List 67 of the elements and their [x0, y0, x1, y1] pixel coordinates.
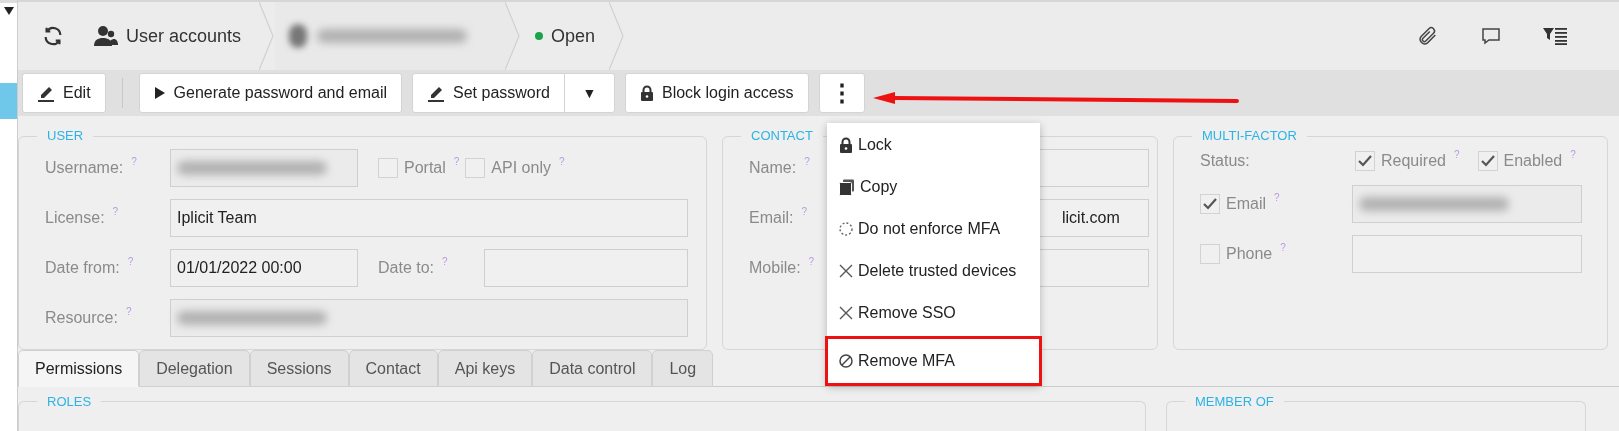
input-field[interactable] [1352, 185, 1582, 223]
field-label: Portal [404, 158, 446, 178]
input-field[interactable] [170, 299, 688, 337]
field-label: Resource: [45, 308, 118, 328]
lock-icon [839, 137, 853, 153]
comment-icon[interactable] [1481, 27, 1501, 46]
field-label: Required [1381, 151, 1446, 171]
field-label: Email [1226, 194, 1266, 214]
field-label: Mobile: [749, 258, 801, 278]
blurred-avatar [289, 24, 308, 49]
field-label: License: [45, 208, 105, 228]
input-field[interactable] [1352, 235, 1582, 273]
checkbox[interactable] [1477, 151, 1498, 171]
refresh-icon[interactable] [42, 25, 64, 48]
more-button[interactable]: ⋮ [818, 73, 865, 114]
sidebar-marker [0, 83, 17, 119]
input-field[interactable] [484, 249, 688, 287]
menu-item[interactable]: Remove SSO [827, 292, 1040, 334]
set-password-button[interactable]: Set password [413, 74, 564, 113]
breadcrumb-link[interactable]: User accounts [126, 23, 242, 50]
field-label: Status: [1200, 151, 1251, 171]
copy-icon [839, 178, 855, 196]
input-field[interactable]: Iplicit Team [170, 199, 688, 237]
pencil-icon [427, 84, 446, 103]
close-icon [839, 306, 853, 320]
field-label: Email: [749, 208, 794, 228]
users-icon [94, 25, 118, 48]
paperclip-icon[interactable] [1417, 25, 1439, 48]
caret-icon[interactable] [3, 7, 14, 15]
menu-item[interactable]: Lock [827, 124, 1040, 166]
menu-item[interactable]: Remove MFA [827, 338, 1040, 384]
lock-icon [639, 85, 654, 102]
pencil-icon [37, 84, 55, 103]
checkbox[interactable] [465, 158, 486, 178]
dotted-circle-icon [839, 222, 853, 236]
dropdown-button[interactable]: ▼ [563, 74, 614, 113]
input-field[interactable]: 01/01/2022 00:00 [170, 249, 358, 287]
tab[interactable]: Delegation [139, 350, 250, 387]
prohibited-icon [839, 354, 853, 368]
field-label: Enabled [1503, 151, 1563, 171]
tab[interactable]: Permissions [18, 350, 140, 387]
field-label: Phone [1226, 244, 1273, 264]
edit-button[interactable]: Edit [22, 73, 106, 114]
menu-item[interactable]: Do not enforce MFA [827, 208, 1040, 250]
field-label: Date from: [45, 258, 120, 278]
checkbox[interactable] [378, 158, 398, 178]
block-button[interactable]: Block login access [624, 73, 809, 114]
field-label: API only [491, 158, 551, 178]
field-label: Name: [749, 158, 797, 178]
tab[interactable]: Contact [348, 350, 438, 387]
field-label: Date to: [378, 258, 435, 278]
checkbox[interactable] [1200, 194, 1220, 214]
input-field[interactable] [170, 149, 358, 187]
menu-item[interactable]: Delete trusted devices [827, 250, 1040, 292]
checkbox[interactable] [1355, 151, 1375, 171]
status-label: Open [551, 25, 596, 48]
filter-list-icon[interactable] [1543, 27, 1567, 46]
menu-item[interactable]: Copy [827, 166, 1040, 208]
close-icon [839, 264, 853, 278]
tab[interactable]: Data control [532, 350, 653, 387]
tab[interactable]: Log [652, 350, 714, 387]
generate-button[interactable]: Generate password and email [138, 73, 403, 114]
tab[interactable]: Api keys [437, 350, 533, 387]
checkbox[interactable] [1200, 244, 1220, 264]
field-label: Username: [45, 158, 124, 178]
tab[interactable]: Sessions [249, 350, 349, 387]
play-icon [153, 86, 166, 101]
